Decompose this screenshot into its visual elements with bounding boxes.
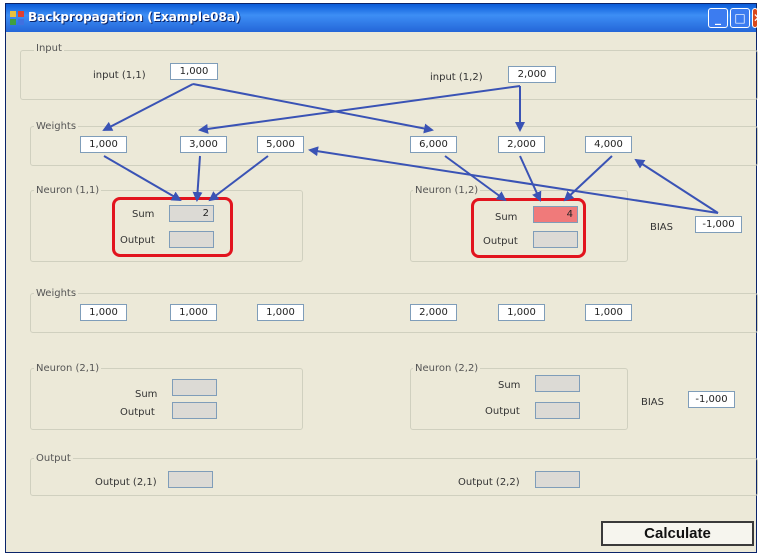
arrow-in12-to-w2 [198,85,521,134]
connection-arrows [102,83,719,214]
arrow-bias-to-w6 [634,158,719,214]
arrow-w3-to-n11 [208,155,269,202]
arrow-w2-to-n11 [192,155,203,202]
arrow-w5-to-n12 [519,155,542,202]
arrow-in11-to-w4 [192,83,434,134]
arrow-in11-to-w1 [102,83,194,131]
arrow-bias-to-w3 [308,146,719,214]
arrow-w1-to-n11 [103,155,182,202]
